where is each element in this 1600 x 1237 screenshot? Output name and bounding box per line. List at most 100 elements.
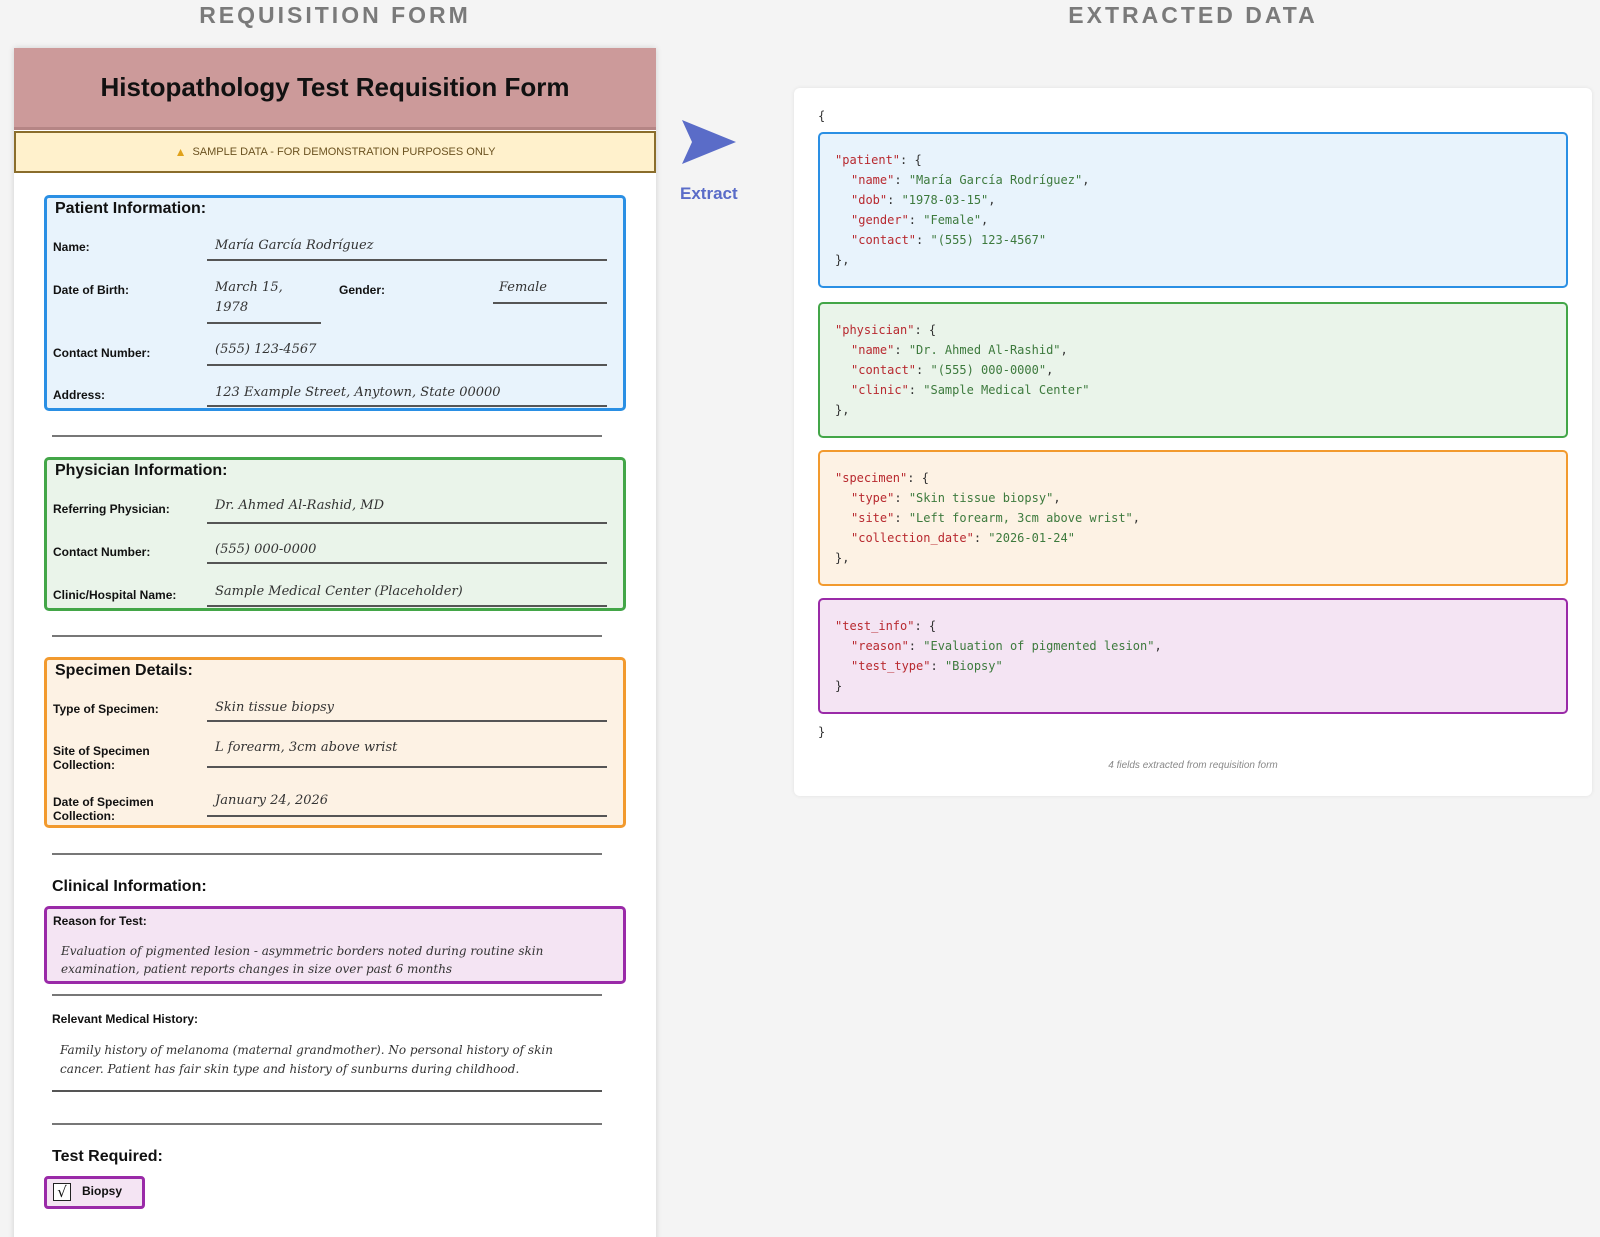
referring-physician-label: Referring Physician: bbox=[53, 502, 170, 516]
sample-data-banner: ▲ SAMPLE DATA - FOR DEMONSTRATION PURPOS… bbox=[14, 131, 656, 173]
json-punct: : { bbox=[900, 153, 922, 167]
json-close: }, bbox=[835, 403, 850, 417]
json-row: "contact": "(555) 123-4567" bbox=[851, 233, 1047, 247]
medical-history-line1[interactable]: Family history of melanoma (maternal gra… bbox=[60, 1041, 553, 1059]
json-punct: : { bbox=[907, 471, 929, 485]
physician-section: Physician Information: Referring Physici… bbox=[44, 457, 626, 611]
json-row: "dob": "1978-03-15", bbox=[851, 193, 996, 207]
json-row: "contact": "(555) 000-0000", bbox=[851, 363, 1054, 377]
medical-history-label: Relevant Medical History: bbox=[52, 1012, 199, 1026]
dob-label: Date of Birth: bbox=[53, 283, 129, 297]
specimen-site-label-line2: Collection: bbox=[53, 758, 115, 772]
underline bbox=[207, 815, 607, 817]
json-close: }, bbox=[835, 551, 850, 565]
underline bbox=[207, 562, 607, 564]
requisition-form: Histopathology Test Requisition Form ▲ S… bbox=[14, 48, 656, 1237]
json-patient-block: "patient": { "name": "María García Rodrí… bbox=[818, 132, 1568, 288]
json-value: "Sample Medical Center" bbox=[923, 383, 1090, 397]
json-punct: : { bbox=[914, 323, 937, 337]
clinical-section-title: Clinical Information: bbox=[52, 878, 207, 895]
physician-contact-value[interactable]: (555) 000-0000 bbox=[215, 540, 316, 560]
json-row: "site": "Left forearm, 3cm above wrist", bbox=[851, 511, 1141, 525]
reason-label: Reason for Test: bbox=[53, 914, 147, 928]
specimen-site-value[interactable]: L forearm, 3cm above wrist bbox=[215, 738, 397, 758]
json-punct: , bbox=[1046, 363, 1054, 377]
underline bbox=[207, 405, 607, 407]
test-required-title: Test Required: bbox=[52, 1148, 163, 1165]
json-value: "1978-03-15" bbox=[901, 193, 989, 207]
physician-section-title: Physician Information: bbox=[55, 462, 228, 479]
underline bbox=[207, 720, 607, 722]
json-punct: , bbox=[988, 193, 996, 207]
clinic-label: Clinic/Hospital Name: bbox=[53, 588, 177, 602]
underline bbox=[207, 522, 607, 524]
json-close: }, bbox=[835, 253, 850, 267]
json-key: "specimen" bbox=[835, 471, 908, 485]
biopsy-option[interactable]: √ Biopsy bbox=[44, 1176, 145, 1209]
json-value: "Evaluation of pigmented lesion" bbox=[923, 639, 1155, 653]
dob-value-line2[interactable]: 1978 bbox=[215, 298, 248, 318]
json-key: "name" bbox=[851, 173, 895, 187]
specimen-date-value[interactable]: January 24, 2026 bbox=[215, 791, 328, 811]
patient-contact-value[interactable]: (555) 123-4567 bbox=[215, 340, 316, 360]
form-header: Histopathology Test Requisition Form bbox=[14, 48, 656, 130]
clinic-value[interactable]: Sample Medical Center (Placeholder) bbox=[215, 582, 463, 602]
json-value: "Dr. Ahmed Al-Rashid" bbox=[908, 343, 1061, 357]
address-value[interactable]: 123 Example Street, Anytown, State 00000 bbox=[215, 383, 501, 403]
json-physician-block: "physician": { "name": "Dr. Ahmed Al-Ras… bbox=[818, 302, 1568, 438]
extract-arrow-icon bbox=[682, 120, 736, 164]
json-punct: , bbox=[981, 213, 989, 227]
reason-value-line1[interactable]: Evaluation of pigmented lesion - asymmet… bbox=[61, 942, 543, 960]
json-key: "type" bbox=[851, 491, 895, 505]
dob-value-line1[interactable]: March 15, bbox=[215, 278, 283, 298]
json-value: "2026-01-24" bbox=[988, 531, 1075, 545]
json-key: "dob" bbox=[851, 193, 888, 207]
json-value: "(555) 123-4567" bbox=[930, 233, 1047, 247]
json-key: "reason" bbox=[851, 639, 909, 653]
json-open-brace: { bbox=[818, 109, 826, 123]
checkbox-checked[interactable]: √ bbox=[53, 1183, 71, 1201]
patient-name-value[interactable]: María García Rodríguez bbox=[215, 236, 374, 256]
specimen-section-title: Specimen Details: bbox=[55, 662, 193, 679]
json-value: "(555) 000-0000" bbox=[930, 363, 1047, 377]
json-punct: , bbox=[1154, 639, 1162, 653]
json-punct: : { bbox=[914, 619, 937, 633]
json-punct: , bbox=[1060, 343, 1068, 357]
json-key: "patient" bbox=[835, 153, 901, 167]
extracted-data-heading: EXTRACTED DATA bbox=[1068, 2, 1318, 28]
form-title: Histopathology Test Requisition Form bbox=[100, 72, 570, 102]
specimen-section: Specimen Details: Type of Specimen: Skin… bbox=[44, 657, 626, 828]
json-row: "reason": "Evaluation of pigmented lesio… bbox=[851, 639, 1162, 653]
underline bbox=[207, 766, 607, 768]
json-key: "site" bbox=[851, 511, 895, 525]
underline bbox=[207, 259, 607, 261]
json-value: "Biopsy" bbox=[944, 659, 1003, 673]
biopsy-label: Biopsy bbox=[82, 1184, 123, 1198]
requisition-form-heading: REQUISITION FORM bbox=[199, 2, 471, 28]
section-divider bbox=[52, 1123, 602, 1125]
name-label: Name: bbox=[53, 240, 90, 254]
patient-section: Patient Information: Name: María García … bbox=[44, 195, 626, 411]
referring-physician-value[interactable]: Dr. Ahmed Al-Rashid, MD bbox=[215, 496, 384, 516]
json-key: "clinic" bbox=[851, 383, 909, 397]
banner-text: SAMPLE DATA - FOR DEMONSTRATION PURPOSES… bbox=[192, 146, 496, 158]
warning-icon: ▲ bbox=[174, 145, 187, 159]
json-punct: , bbox=[1053, 491, 1061, 505]
section-divider bbox=[52, 994, 602, 996]
json-key: "gender" bbox=[851, 213, 909, 227]
json-close-brace: } bbox=[818, 725, 826, 739]
json-value: "María García Rodríguez" bbox=[908, 173, 1083, 187]
reason-value-line2[interactable]: examination, patient reports changes in … bbox=[61, 960, 452, 978]
medical-history-line2[interactable]: cancer. Patient has fair skin type and h… bbox=[60, 1060, 519, 1078]
gender-value[interactable]: Female bbox=[499, 278, 547, 298]
physician-contact-label: Contact Number: bbox=[53, 545, 151, 559]
extraction-footnote: 4 fields extracted from requisition form bbox=[1108, 760, 1278, 771]
json-value: "Left forearm, 3cm above wrist" bbox=[908, 511, 1133, 525]
json-row: "gender": "Female", bbox=[851, 213, 989, 227]
specimen-type-value[interactable]: Skin tissue biopsy bbox=[215, 698, 334, 718]
json-key: "test_type" bbox=[851, 659, 931, 673]
underline bbox=[207, 364, 607, 366]
section-divider bbox=[52, 435, 602, 437]
specimen-site-label-line1: Site of Specimen bbox=[53, 744, 150, 758]
gender-label: Gender: bbox=[339, 283, 386, 297]
